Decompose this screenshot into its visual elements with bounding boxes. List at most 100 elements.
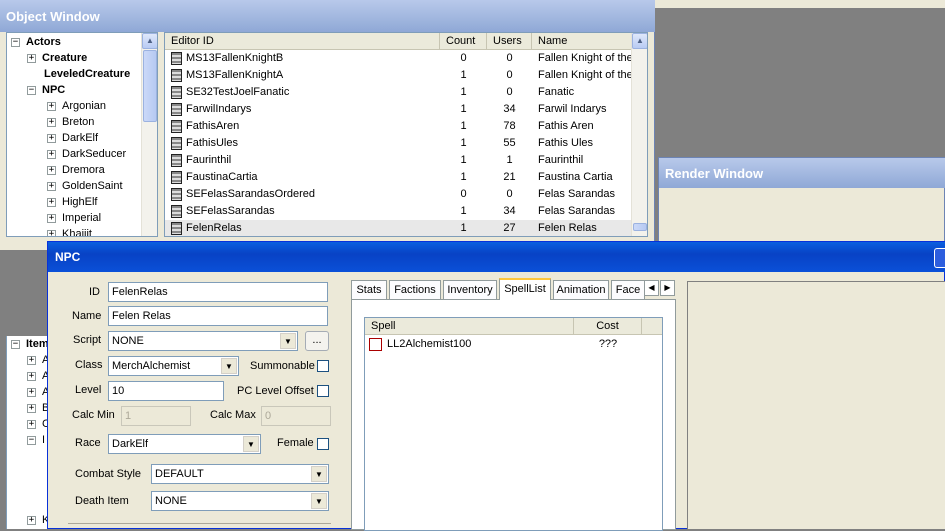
expand-icon[interactable]: + <box>47 102 56 111</box>
summonable-checkbox[interactable] <box>317 360 329 372</box>
expand-icon[interactable]: + <box>47 214 56 223</box>
tree-node-i[interactable]: − I <box>27 432 45 448</box>
expand-icon[interactable]: + <box>47 198 56 207</box>
tree-node-a3[interactable]: + A <box>27 384 49 400</box>
expand-icon[interactable]: + <box>47 230 56 236</box>
chevron-down-icon[interactable]: ▼ <box>311 466 327 482</box>
expand-icon[interactable]: + <box>47 150 56 159</box>
collapse-icon[interactable]: − <box>11 340 20 349</box>
expand-icon[interactable]: + <box>47 118 56 127</box>
tree-node-leveledcreature[interactable]: LeveledCreature <box>44 66 130 82</box>
spell-list[interactable]: Spell Cost LL2Alchemist100 ??? <box>364 317 663 531</box>
tab-stats[interactable]: Stats <box>351 280 387 300</box>
pc-level-offset-checkbox[interactable] <box>317 385 329 397</box>
name-field[interactable]: Felen Relas <box>108 306 328 326</box>
scroll-up-icon[interactable]: ▲ <box>142 33 157 49</box>
tree-scroll-thumb[interactable] <box>143 50 157 122</box>
tab-scroll-left-icon[interactable]: ◀ <box>644 280 659 296</box>
collapse-icon[interactable]: − <box>11 38 20 47</box>
combat-style-select[interactable]: DEFAULT ▼ <box>151 464 329 484</box>
table-row[interactable]: FarwilIndarys 1 34 Farwil Indarys <box>165 101 631 118</box>
tree-node-k[interactable]: + K <box>27 512 49 528</box>
script-edit-button[interactable]: ... <box>305 331 329 351</box>
table-row[interactable]: FelenRelas 1 27 Felen Relas <box>165 220 631 236</box>
expand-icon[interactable]: + <box>47 166 56 175</box>
tree-node-khajiit[interactable]: + Khajiit <box>47 226 92 236</box>
expand-icon[interactable]: + <box>47 182 56 191</box>
tree-node-b[interactable]: + B <box>27 400 49 416</box>
tree-node-actors[interactable]: − Actors <box>11 34 61 50</box>
calc-max-label: Calc Max <box>210 409 256 421</box>
object-list[interactable]: Editor ID Count Users Name MS13FallenKni… <box>164 32 648 237</box>
col-users[interactable]: Users <box>487 33 532 50</box>
col-spell[interactable]: Spell <box>365 318 574 335</box>
collapse-icon[interactable]: − <box>27 436 36 445</box>
table-row[interactable]: FathisUles 1 55 Fathis Ules <box>165 135 631 152</box>
tree-scrollbar[interactable]: ▲ <box>141 33 157 236</box>
expand-icon[interactable]: + <box>27 404 36 413</box>
expand-icon[interactable]: + <box>27 420 36 429</box>
tree-node-imperial[interactable]: + Imperial <box>47 210 101 226</box>
table-row[interactable]: MS13FallenKnightA 1 0 Fallen Knight of the <box>165 67 631 84</box>
female-checkbox[interactable] <box>317 438 329 450</box>
chevron-down-icon[interactable]: ▼ <box>280 333 296 349</box>
tab-animation[interactable]: Animation <box>553 280 609 300</box>
script-select[interactable]: NONE ▼ <box>108 331 298 351</box>
list-scrollbar[interactable]: ▲ <box>631 33 647 236</box>
death-item-select[interactable]: NONE ▼ <box>151 491 329 511</box>
cell-count: 1 <box>460 154 467 166</box>
expand-icon[interactable]: + <box>27 372 36 381</box>
face-preview-pane[interactable] <box>687 281 945 530</box>
expand-icon[interactable]: + <box>27 54 36 63</box>
tree-node-goldensaint[interactable]: + GoldenSaint <box>47 178 123 194</box>
tree-node-breton[interactable]: + Breton <box>47 114 94 130</box>
tree-node-darkelf[interactable]: + DarkElf <box>47 130 98 146</box>
tab-spelllist[interactable]: SpellList <box>499 278 551 300</box>
class-select[interactable]: MerchAlchemist ▼ <box>108 356 239 376</box>
table-row[interactable]: SEFelasSarandasOrdered 0 0 Felas Sarandas <box>165 186 631 203</box>
table-row[interactable]: FaustinaCartia 1 21 Faustina Cartia <box>165 169 631 186</box>
tree-node-dremora[interactable]: + Dremora <box>47 162 105 178</box>
tab-inventory[interactable]: Inventory <box>443 280 497 300</box>
npc-icon <box>171 52 182 65</box>
table-row[interactable]: Faurinthil 1 1 Faurinthil <box>165 152 631 169</box>
chevron-down-icon[interactable]: ▼ <box>243 436 259 452</box>
collapse-icon[interactable]: − <box>27 86 36 95</box>
table-row[interactable]: SE32TestJoelFanatic 1 0 Fanatic <box>165 84 631 101</box>
tab-face[interactable]: Face <box>611 280 645 300</box>
expand-icon[interactable]: + <box>27 388 36 397</box>
tree-node-item[interactable]: − Item <box>11 336 49 352</box>
expand-icon[interactable]: + <box>27 356 36 365</box>
table-row[interactable]: SEFelasSarandas 1 34 Felas Sarandas <box>165 203 631 220</box>
tree-node-highelf[interactable]: + HighElf <box>47 194 97 210</box>
tree-node-creature[interactable]: + Creature <box>27 50 87 66</box>
tree-node-a2[interactable]: + A <box>27 368 49 384</box>
tree-node-darkseducer[interactable]: + DarkSeducer <box>47 146 126 162</box>
expand-icon[interactable]: + <box>47 134 56 143</box>
object-tree[interactable]: − Actors + Creature LeveledCreature − NPC +… <box>6 32 158 237</box>
close-button[interactable] <box>934 248 945 268</box>
id-field[interactable]: FelenRelas <box>108 282 328 302</box>
cell-count: 1 <box>460 205 467 217</box>
col-name[interactable]: Name <box>532 33 631 50</box>
col-count[interactable]: Count <box>440 33 487 50</box>
spell-row[interactable]: LL2Alchemist100 ??? <box>365 336 662 353</box>
col-cost[interactable]: Cost <box>574 318 642 335</box>
chevron-down-icon[interactable]: ▼ <box>311 493 327 509</box>
level-field[interactable]: 10 <box>108 381 224 401</box>
col-editor-id[interactable]: Editor ID <box>165 33 440 50</box>
race-select[interactable]: DarkElf ▼ <box>108 434 261 454</box>
chevron-down-icon[interactable]: ▼ <box>221 358 237 374</box>
tree-node-a1[interactable]: + A <box>27 352 49 368</box>
table-row[interactable]: FathisAren 1 78 Fathis Aren <box>165 118 631 135</box>
list-scroll-thumb[interactable] <box>633 223 647 231</box>
tab-scroll-right-icon[interactable]: ▶ <box>660 280 675 296</box>
tab-factions[interactable]: Factions <box>389 280 441 300</box>
tree-node-npc[interactable]: − NPC <box>27 82 65 98</box>
tree-node-argonian[interactable]: + Argonian <box>47 98 106 114</box>
table-row[interactable]: MS13FallenKnightB 0 0 Fallen Knight of the <box>165 50 631 67</box>
cell-name: Fallen Knight of the <box>538 69 631 81</box>
scroll-up-icon[interactable]: ▲ <box>632 33 647 49</box>
expand-icon[interactable]: + <box>27 516 36 525</box>
object-tree-lower[interactable]: − Item + A + A + A + B + C − I + K <box>6 336 50 529</box>
